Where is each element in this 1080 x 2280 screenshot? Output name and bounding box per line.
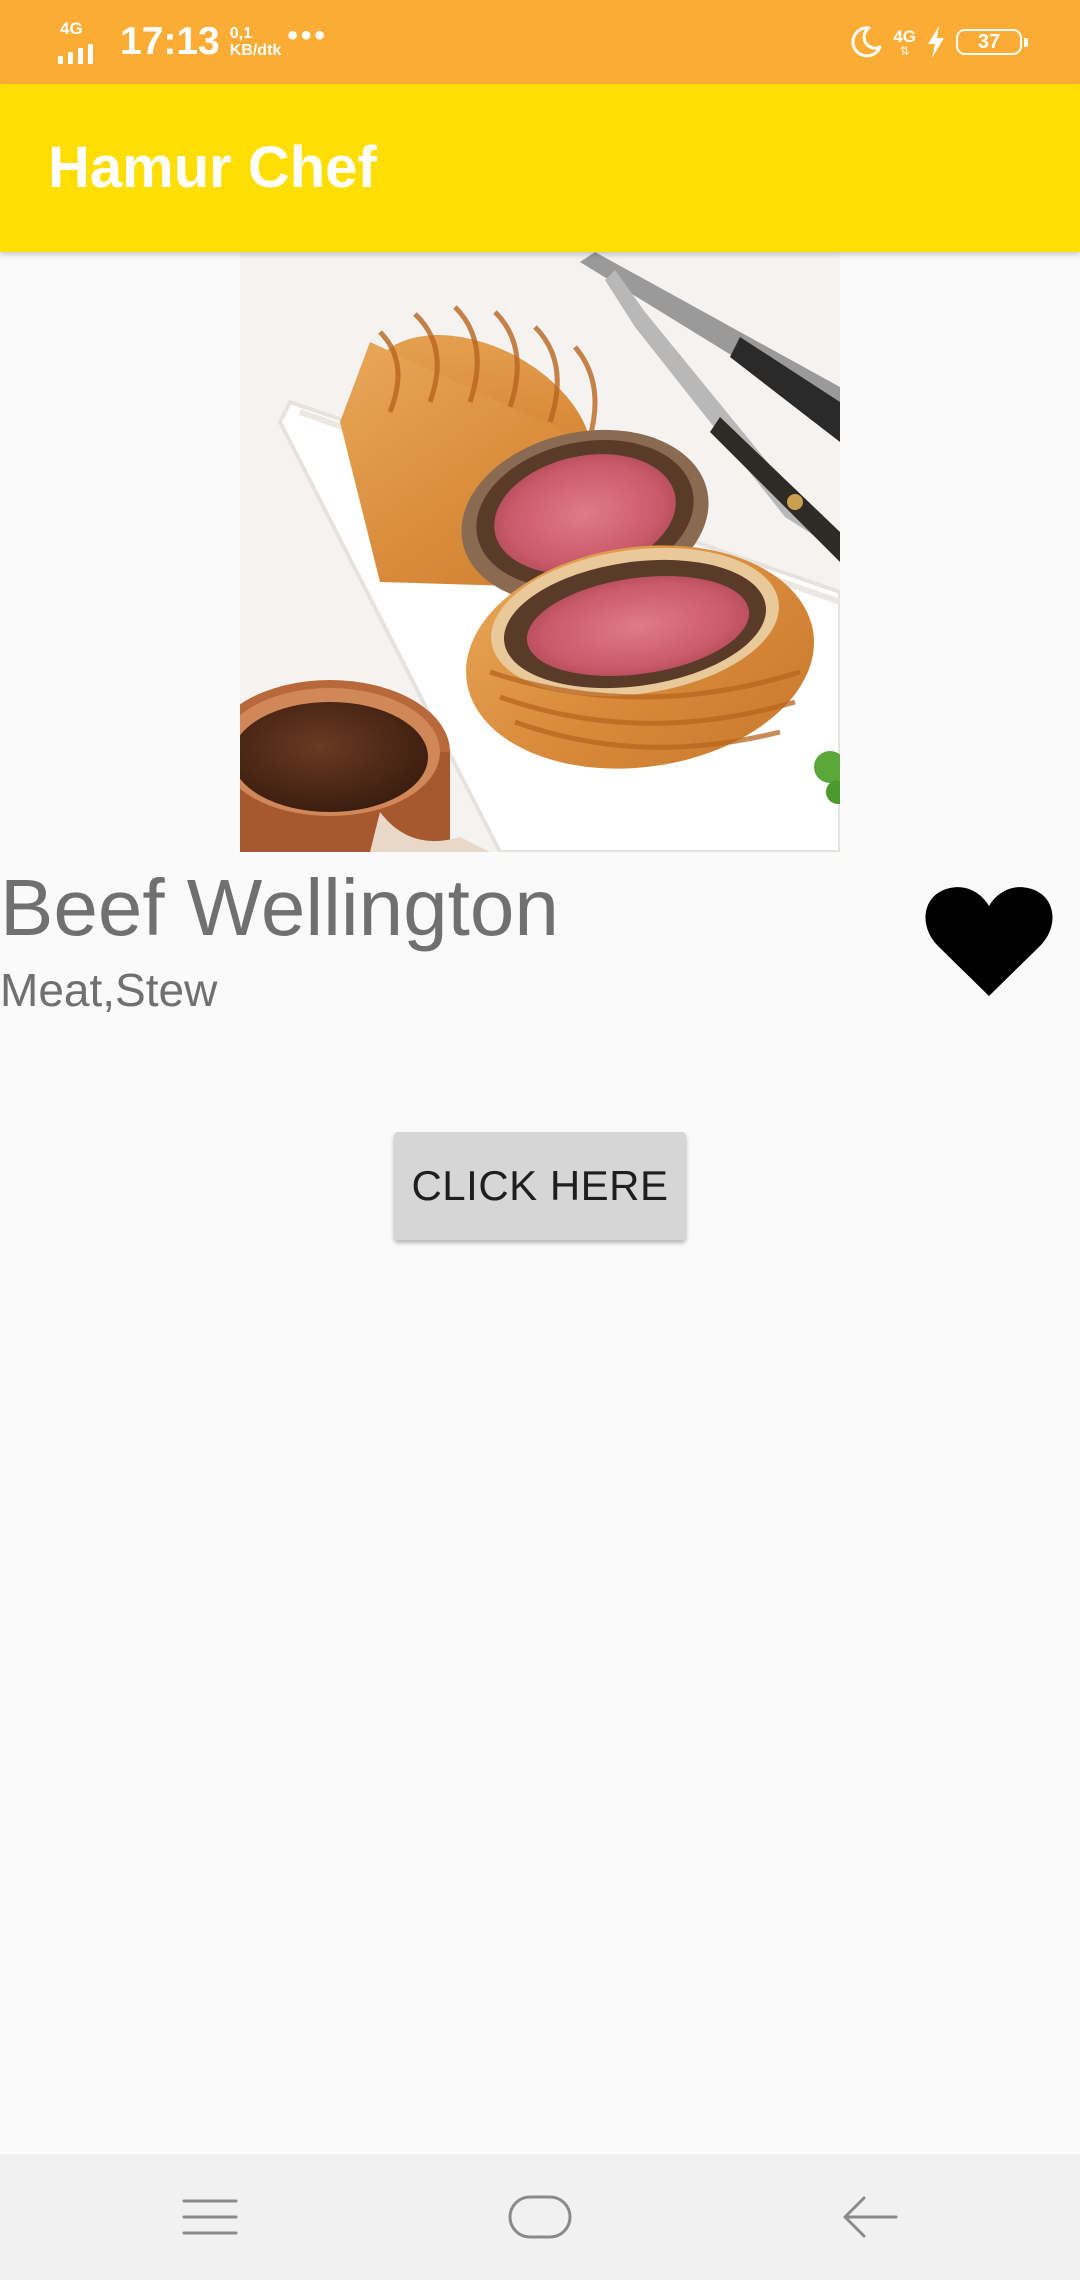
- recipe-title: Beef Wellington: [0, 863, 559, 952]
- network-type-label: 4G: [60, 19, 83, 38]
- system-navigation-bar: [0, 2154, 1080, 2280]
- menu-icon: [182, 2199, 238, 2235]
- more-notifications-icon: •••: [287, 19, 328, 52]
- mobile-data-icon: 4G ⇅: [893, 26, 916, 58]
- network-speed-unit: KB/dtk: [229, 42, 282, 59]
- back-button[interactable]: [790, 2154, 950, 2280]
- charging-bolt-icon: [928, 26, 944, 58]
- home-icon: [508, 2195, 572, 2239]
- battery-level: 37: [977, 30, 1001, 53]
- recipe-category: Meat,Stew: [0, 964, 218, 1016]
- recipe-image: [240, 252, 840, 852]
- signal-strength-icon: 4G: [58, 14, 106, 70]
- network-type-right-label: 4G: [893, 26, 916, 46]
- moon-icon: [851, 26, 882, 58]
- status-bar-right: 4G ⇅ 37: [849, 0, 1028, 84]
- network-speed-value: 0,1: [229, 25, 252, 42]
- home-button[interactable]: [460, 2154, 620, 2280]
- app-bar: Hamur Chef: [0, 84, 1080, 252]
- menu-button[interactable]: [130, 2154, 290, 2280]
- status-time: 17:13: [120, 20, 220, 63]
- app-title: Hamur Chef: [48, 135, 377, 200]
- screen: 4G 17:13 0,1 KB/dtk ••• 4G ⇅ 37 Hamur Ch…: [0, 0, 1080, 2280]
- click-here-button[interactable]: CLICK HERE: [394, 1132, 686, 1240]
- status-bar: 4G 17:13 0,1 KB/dtk ••• 4G ⇅ 37: [0, 0, 1080, 84]
- back-icon: [843, 2196, 898, 2238]
- status-bar-left: 4G 17:13 0,1 KB/dtk •••: [58, 0, 328, 84]
- network-speed: 0,1 KB/dtk: [230, 25, 282, 59]
- favorite-button[interactable]: [924, 880, 1054, 1000]
- battery-icon: 37: [956, 29, 1028, 55]
- heart-icon: [925, 887, 1053, 996]
